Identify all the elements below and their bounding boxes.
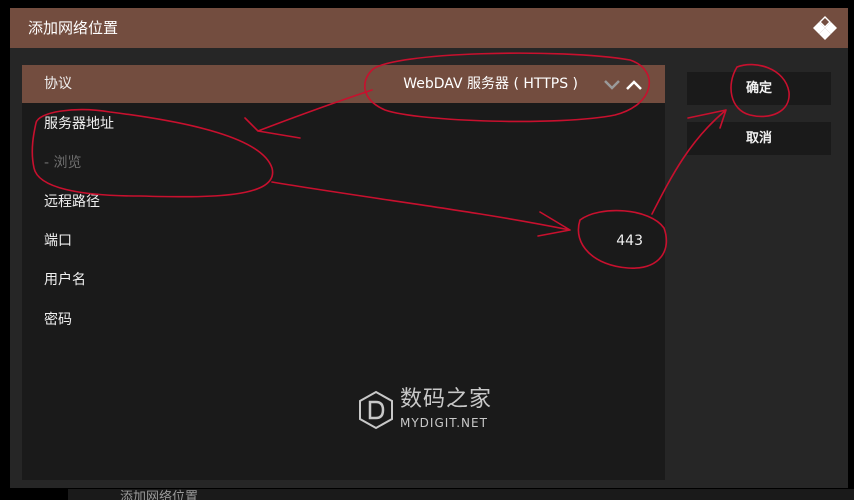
username-label: 用户名 <box>44 272 86 288</box>
password-label: 密码 <box>44 312 72 328</box>
protocol-label: 协议 <box>44 76 72 92</box>
chevron-down-icon <box>604 80 620 90</box>
screen: 添加网络位置 协议 WebDAV 服务器 ( HTTPS ) 服务器地址 - 浏… <box>0 0 854 500</box>
cancel-button[interactable]: 取消 <box>687 122 831 155</box>
setting-row-password[interactable]: 密码 <box>22 301 665 339</box>
ok-button[interactable]: 确定 <box>687 72 831 105</box>
setting-row-remote-path[interactable]: 远程路径 <box>22 183 665 221</box>
background-window: 添加网络位置 <box>68 489 854 500</box>
mydigit-logo-icon <box>359 390 393 430</box>
protocol-value: WebDAV 服务器 ( HTTPS ) <box>403 76 578 92</box>
protocol-spinner[interactable] <box>603 78 645 92</box>
watermark: 数码之家 MYDIGIT.NET <box>356 386 516 434</box>
dialog-titlebar: 添加网络位置 <box>10 8 848 48</box>
port-label: 端口 <box>44 233 72 249</box>
chevron-up-icon <box>626 80 642 90</box>
background-window-title: 添加网络位置 <box>120 490 199 500</box>
setting-row-username[interactable]: 用户名 <box>22 261 665 299</box>
setting-row-protocol[interactable]: 协议 WebDAV 服务器 ( HTTPS ) <box>22 65 665 103</box>
setting-row-port[interactable]: 端口 443 <box>22 222 665 260</box>
setting-row-browse: - 浏览 <box>22 144 665 182</box>
kodi-logo-icon <box>813 16 837 40</box>
setting-row-server-address[interactable]: 服务器地址 <box>22 105 665 143</box>
browse-label: - 浏览 <box>44 155 82 171</box>
remote-path-label: 远程路径 <box>44 194 100 210</box>
dialog-title: 添加网络位置 <box>28 19 119 37</box>
port-value: 443 <box>616 233 643 249</box>
server-address-label: 服务器地址 <box>44 116 114 132</box>
watermark-name-cn: 数码之家 <box>400 387 493 412</box>
watermark-name-en: MYDIGIT.NET <box>400 416 488 430</box>
settings-list: 协议 WebDAV 服务器 ( HTTPS ) 服务器地址 - 浏览 远程路径 … <box>22 65 665 480</box>
